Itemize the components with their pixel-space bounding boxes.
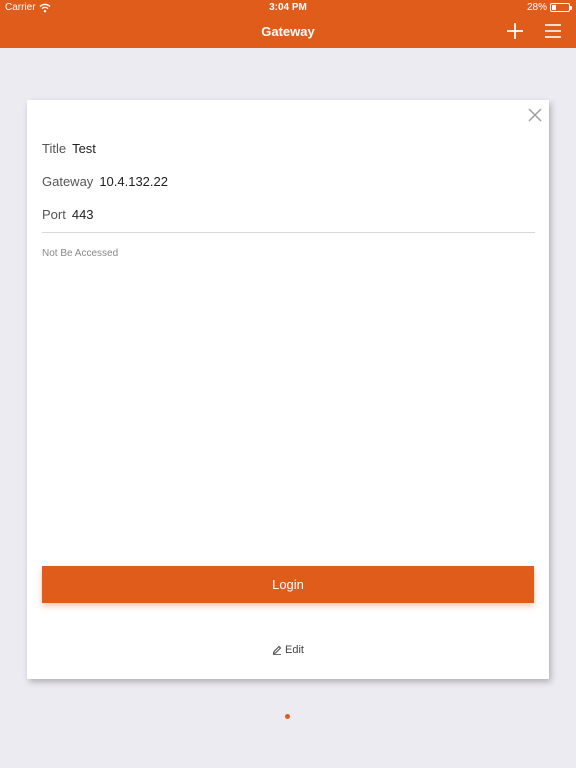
plus-icon[interactable] bbox=[506, 22, 524, 40]
field-value: Test bbox=[72, 141, 96, 156]
connection-status: Not Be Accessed bbox=[42, 248, 119, 259]
field-value: 443 bbox=[71, 207, 94, 222]
status-time: 3:04 PM bbox=[269, 2, 307, 13]
battery-indicator: 28% bbox=[526, 2, 572, 13]
battery-fill bbox=[552, 5, 556, 10]
field-title: Title Test bbox=[42, 141, 96, 156]
gateway-card: Title Test Gateway 10.4.132.22 Port 443 … bbox=[27, 100, 549, 679]
field-value: 10.4.132.22 bbox=[99, 174, 168, 189]
page-indicator-dot bbox=[285, 714, 290, 719]
login-button[interactable]: Login bbox=[42, 566, 534, 603]
close-icon[interactable] bbox=[528, 108, 542, 122]
status-bar: Carrier 3:04 PM 28% bbox=[0, 0, 576, 16]
field-label: Port bbox=[42, 207, 66, 222]
menu-icon[interactable] bbox=[544, 23, 562, 39]
edit-label: Edit bbox=[285, 644, 304, 656]
divider bbox=[42, 232, 535, 233]
navigation-bar: Carrier 3:04 PM 28% Gateway bbox=[0, 0, 576, 48]
pencil-icon bbox=[272, 645, 282, 655]
battery-percent: 28% bbox=[526, 2, 547, 13]
edit-button[interactable]: Edit bbox=[27, 644, 549, 656]
field-label: Gateway bbox=[42, 174, 94, 189]
field-gateway: Gateway 10.4.132.22 bbox=[42, 174, 168, 189]
battery-icon bbox=[550, 3, 572, 12]
page-title: Gateway bbox=[261, 24, 315, 39]
field-label: Title bbox=[42, 141, 67, 156]
field-port: Port 443 bbox=[42, 207, 94, 222]
